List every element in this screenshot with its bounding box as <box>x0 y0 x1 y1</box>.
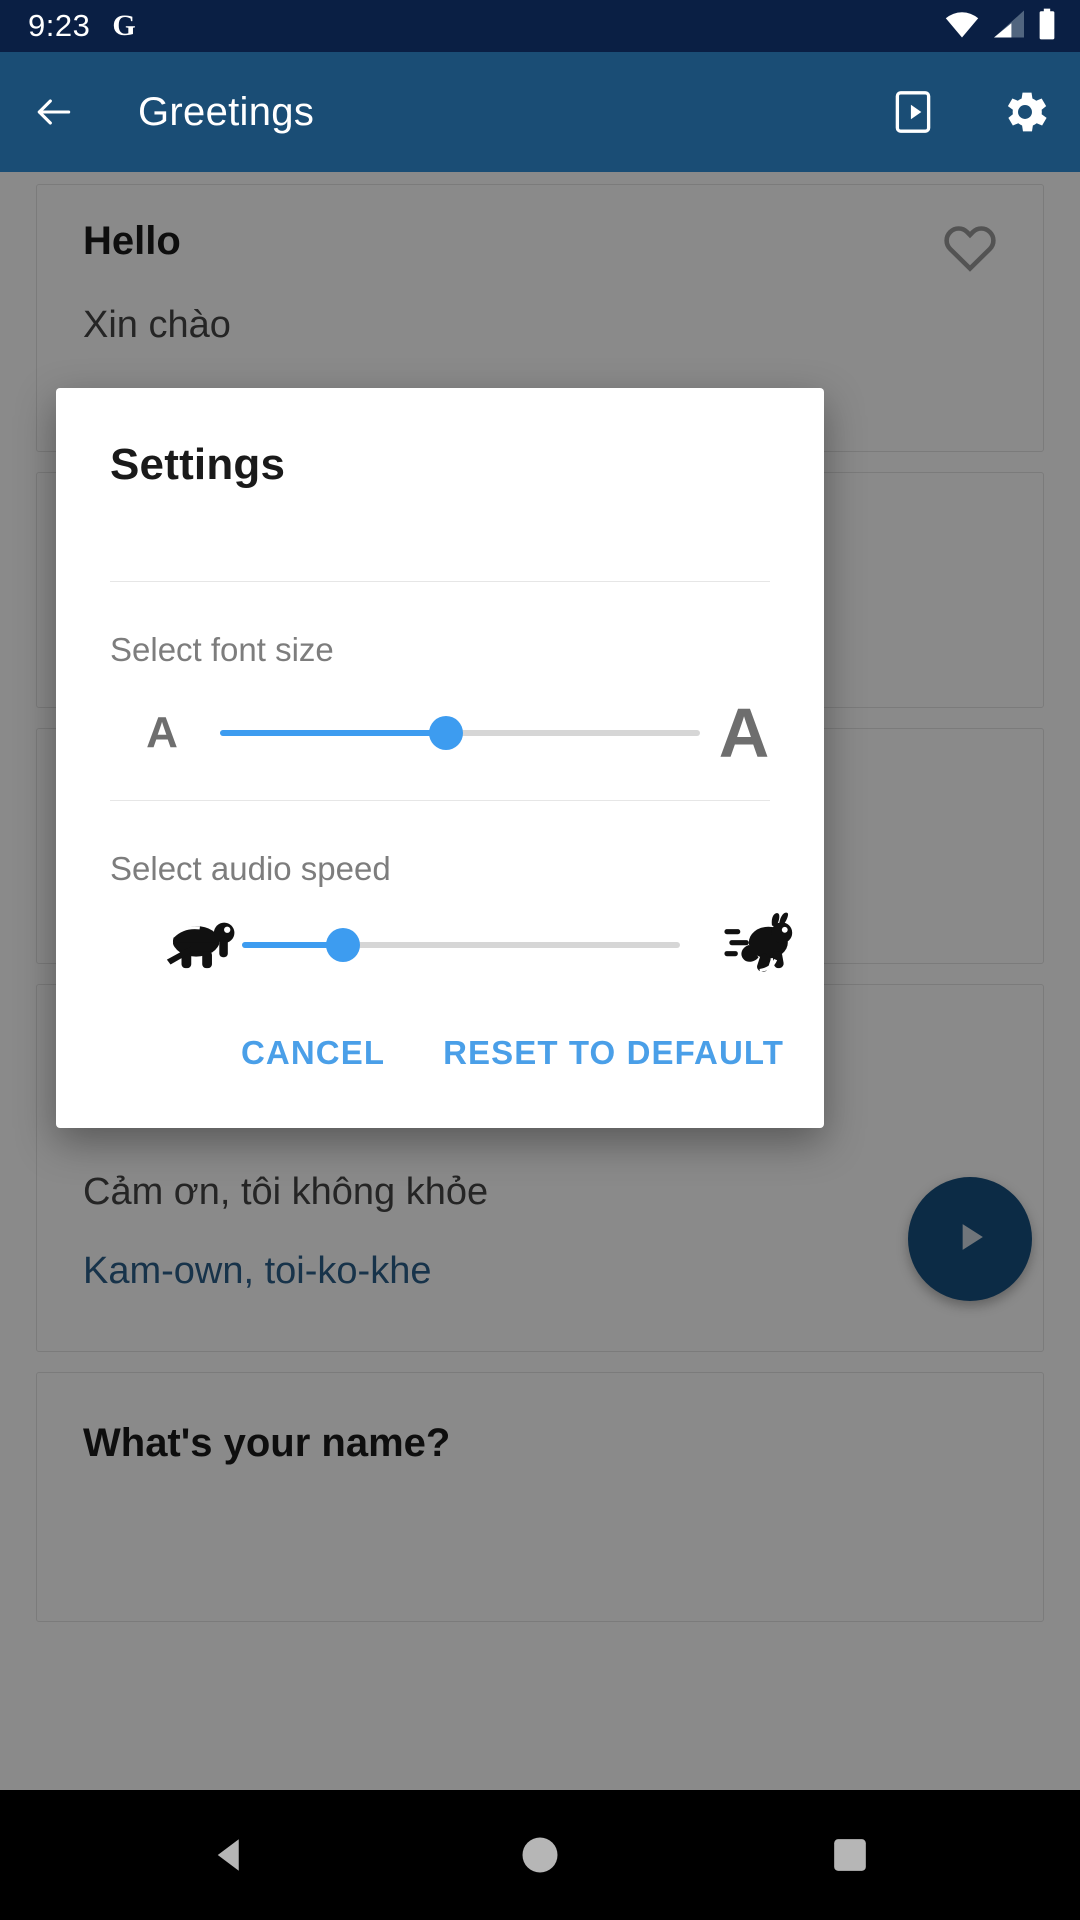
audio-speed-slider[interactable] <box>242 925 680 965</box>
battery-icon <box>1036 8 1058 45</box>
turtle-icon <box>146 914 256 976</box>
font-size-section-label: Select font size <box>110 631 334 668</box>
font-size-slider-row[interactable]: A A <box>56 693 824 773</box>
nav-recents-square-icon[interactable] <box>795 1800 905 1910</box>
divider-middle <box>110 800 770 801</box>
font-large-a-label: A <box>718 694 770 772</box>
font-size-slider[interactable] <box>220 713 700 753</box>
google-badge-icon: G <box>112 9 136 42</box>
dialog-title: Settings <box>110 440 286 489</box>
cellular-signal-icon <box>991 9 1027 44</box>
wifi-icon <box>942 9 982 44</box>
back-arrow-icon[interactable] <box>28 90 80 134</box>
font-slider-fill <box>220 730 446 736</box>
status-bar-clock: 9:23 <box>28 8 91 43</box>
reset-to-default-button[interactable]: RESET TO DEFAULT <box>421 1016 806 1090</box>
settings-gear-icon[interactable] <box>998 85 1052 139</box>
page-title: Greetings <box>138 89 315 134</box>
rabbit-icon <box>706 912 816 978</box>
audio-slider-thumb[interactable] <box>325 928 360 962</box>
cast-icon[interactable] <box>888 87 938 137</box>
status-bar: 9:23 G <box>0 0 1080 52</box>
cancel-button[interactable]: CANCEL <box>219 1016 407 1090</box>
divider-top <box>110 581 770 582</box>
app-bar: Greetings <box>0 52 1080 172</box>
audio-speed-section-label: Select audio speed <box>110 850 391 887</box>
system-navigation-bar <box>0 1790 1080 1920</box>
nav-back-triangle-icon[interactable] <box>175 1800 285 1910</box>
dialog-action-bar: CANCEL RESET TO DEFAULT <box>56 978 824 1128</box>
settings-dialog: Settings Select font size A A Select aud… <box>56 388 824 1128</box>
font-small-a-label: A <box>146 708 178 757</box>
audio-speed-slider-row[interactable] <box>56 905 824 985</box>
nav-home-circle-icon[interactable] <box>485 1800 595 1910</box>
font-slider-thumb[interactable] <box>428 716 463 750</box>
